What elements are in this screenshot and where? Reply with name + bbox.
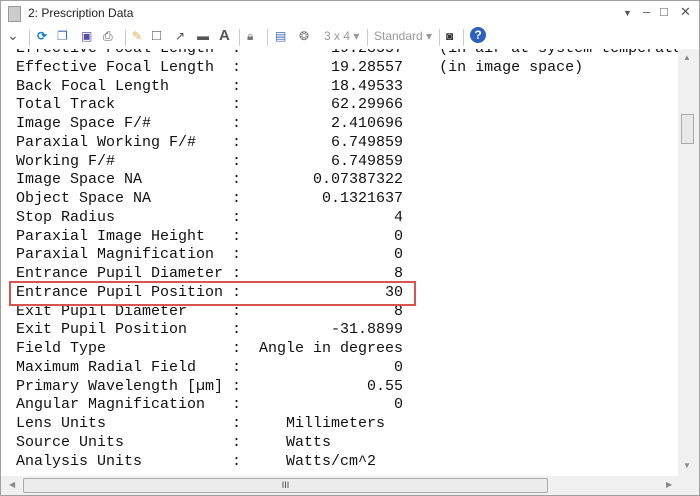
prescription-line: Field Type : Angle in degrees: [16, 340, 404, 357]
close-button[interactable]: ✕: [680, 4, 691, 20]
settings-chevron-icon[interactable]: ⌄: [7, 27, 19, 44]
text-icon[interactable]: A: [219, 27, 230, 44]
save-icon[interactable]: ▣: [81, 29, 92, 43]
prescription-line: Source Units : Watts: [16, 433, 332, 451]
prescription-line: Object Space NA : 0.1321637: [16, 190, 404, 207]
horizontal-scroll-thumb[interactable]: III: [23, 478, 548, 493]
display-icon[interactable]: ◙: [446, 29, 453, 43]
layout-value: 3 x 4: [324, 29, 351, 43]
pencil-icon[interactable]: ✎: [132, 29, 142, 43]
prescription-line: Lens Units : Millimeters: [16, 415, 386, 432]
layout-dropdown[interactable]: 3 x 4 ▾: [324, 29, 359, 43]
prescription-lines: Effective Focal Length : 19.28557 (in ai…: [16, 49, 678, 471]
document-icon: [8, 6, 21, 22]
prescription-line: Primary Wavelength [µm] : 0.55: [16, 377, 404, 395]
prescription-line: Effective Focal Length : 19.28557 (in ai…: [16, 49, 678, 59]
prescription-line: Exit Pupil Position : -31.8899: [16, 321, 404, 339]
prescription-line: Image Space F/# : 2.410696: [16, 115, 404, 132]
dropdown-icon[interactable]: ▼: [623, 8, 632, 18]
prescription-line: Paraxial Working F/# : 6.749859: [16, 133, 404, 151]
window-title: 2: Prescription Data: [28, 6, 134, 20]
help-icon[interactable]: ?: [470, 27, 486, 43]
prescription-line: Image Space NA : 0.07387322: [16, 171, 404, 189]
layers-icon[interactable]: ❂: [299, 29, 309, 43]
print-icon[interactable]: ⎙: [103, 29, 113, 44]
prescription-line: Back Focal Length : 18.49533: [16, 77, 404, 95]
rectangle-icon[interactable]: □: [152, 27, 161, 44]
highlight-box: [9, 281, 416, 306]
prescription-line: Analysis Units : Watts/cm^2: [16, 452, 377, 470]
prescription-line: Paraxial Magnification : 0: [16, 246, 404, 264]
arrow-icon[interactable]: ↗: [175, 29, 185, 43]
prescription-data-window: 2: Prescription Data ▼ – □ ✕ ⌄ ⟳ ❐ ▣ ⎙ ✎…: [0, 0, 700, 496]
standard-dropdown[interactable]: Standard ▾: [374, 29, 432, 43]
copy-icon[interactable]: ❐: [57, 29, 68, 43]
vertical-scrollbar[interactable]: ▲ ▼: [678, 49, 697, 476]
prescription-line: Working F/# : 6.749859: [16, 152, 404, 170]
horizontal-scrollbar[interactable]: ◀ III ▶: [1, 476, 697, 494]
mode-value: Standard: [374, 29, 423, 43]
prescription-line: Stop Radius : 4: [16, 208, 404, 226]
vertical-scroll-thumb[interactable]: [681, 114, 694, 144]
lock-icon[interactable]: 🔒︎: [247, 29, 253, 44]
prescription-line: Angular Magnification : 0: [16, 396, 404, 414]
toolbar: ⌄ ⟳ ❐ ▣ ⎙ ✎ □ ↗ ▬ A 🔒︎ ▤ ❂ 3 x 4 ▾ Stand…: [1, 26, 699, 49]
prescription-line: Effective Focal Length : 19.28557 (in im…: [16, 58, 584, 76]
title-bar: 2: Prescription Data ▼ – □ ✕: [1, 1, 699, 26]
prescription-line: Total Track : 62.29966: [16, 96, 404, 114]
window-icon[interactable]: ▤: [275, 29, 286, 43]
line-icon[interactable]: ▬: [197, 29, 209, 43]
prescription-text: Effective Focal Length : 19.28557 (in ai…: [1, 49, 678, 476]
prescription-line: Paraxial Image Height : 0: [16, 227, 404, 245]
prescription-line: Maximum Radial Field : 0: [16, 358, 404, 376]
refresh-icon[interactable]: ⟳: [37, 29, 47, 43]
minimize-button[interactable]: –: [643, 4, 650, 19]
maximize-button[interactable]: □: [660, 4, 668, 19]
